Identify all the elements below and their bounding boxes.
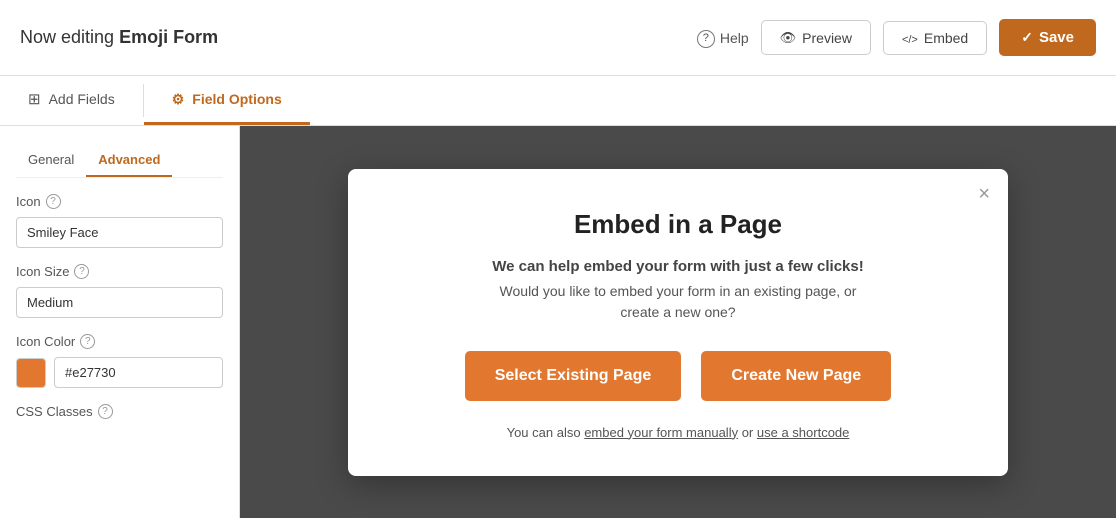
sub-tabs: General Advanced <box>16 146 223 178</box>
add-fields-label: Add Fields <box>49 91 115 107</box>
preview-label: Preview <box>802 30 852 46</box>
icon-size-help-icon: ? <box>74 264 89 279</box>
color-input-row <box>16 357 223 388</box>
modal-footer-or: or <box>738 425 757 440</box>
modal-overlay: × Embed in a Page We can help embed your… <box>240 126 1116 518</box>
advanced-label: Advanced <box>98 152 160 167</box>
tabs-bar: Add Fields Field Options <box>0 76 1116 126</box>
color-input[interactable] <box>54 357 223 388</box>
embed-label: Embed <box>924 30 968 46</box>
icon-size-field-label: Icon Size ? <box>16 264 223 279</box>
css-classes-help-icon: ? <box>98 404 113 419</box>
modal-close-button[interactable]: × <box>978 183 990 206</box>
save-button[interactable]: Save <box>999 19 1096 56</box>
css-classes-field-label: CSS Classes ? <box>16 404 223 419</box>
help-icon <box>697 28 715 48</box>
header-title: Now editing Emoji Form <box>20 27 681 48</box>
title-bold: Emoji Form <box>119 27 218 47</box>
icon-field-label: Icon ? <box>16 194 223 209</box>
use-shortcode-link[interactable]: use a shortcode <box>757 425 850 440</box>
icon-size-input[interactable] <box>16 287 223 318</box>
modal-footer: You can also embed your form manually or… <box>398 425 958 440</box>
sub-tab-advanced[interactable]: Advanced <box>86 146 172 177</box>
tab-field-options[interactable]: Field Options <box>144 76 310 125</box>
general-label: General <box>28 152 74 167</box>
icon-input[interactable] <box>16 217 223 248</box>
preview-button[interactable]: Preview <box>761 20 871 55</box>
modal-footer-text: You can also <box>507 425 585 440</box>
modal-buttons: Select Existing Page Create New Page <box>398 351 958 401</box>
header: Now editing Emoji Form Help Preview Embe… <box>0 0 1116 76</box>
color-swatch[interactable] <box>16 358 46 388</box>
header-actions: Help Preview Embed Save <box>697 19 1096 56</box>
modal-subtitle: We can help embed your form with just a … <box>398 258 958 275</box>
icon-color-help-icon: ? <box>80 334 95 349</box>
grid-icon <box>28 90 41 108</box>
create-new-page-button[interactable]: Create New Page <box>701 351 891 401</box>
save-label: Save <box>1039 29 1074 46</box>
eye-icon <box>780 29 797 46</box>
icon-help-icon: ? <box>46 194 61 209</box>
select-existing-page-button[interactable]: Select Existing Page <box>465 351 682 401</box>
code-icon <box>902 30 918 46</box>
embed-modal: × Embed in a Page We can help embed your… <box>348 169 1008 476</box>
content-area: General Advanced Icon ? Icon Size ? Icon… <box>0 126 1116 518</box>
help-label: Help <box>720 30 749 46</box>
icon-color-field-label: Icon Color ? <box>16 334 223 349</box>
modal-title: Embed in a Page <box>398 209 958 240</box>
embed-button[interactable]: Embed <box>883 21 987 55</box>
check-icon <box>1021 29 1033 46</box>
modal-desc: Would you like to embed your form in an … <box>398 281 958 323</box>
sub-tab-general[interactable]: General <box>16 146 86 177</box>
field-options-label: Field Options <box>192 91 281 107</box>
title-prefix: Now editing <box>20 27 119 47</box>
right-panel: × Embed in a Page We can help embed your… <box>240 126 1116 518</box>
sliders-icon <box>172 91 185 108</box>
help-button[interactable]: Help <box>697 28 749 48</box>
tab-add-fields[interactable]: Add Fields <box>0 76 143 125</box>
embed-manually-link[interactable]: embed your form manually <box>584 425 738 440</box>
left-panel: General Advanced Icon ? Icon Size ? Icon… <box>0 126 240 518</box>
